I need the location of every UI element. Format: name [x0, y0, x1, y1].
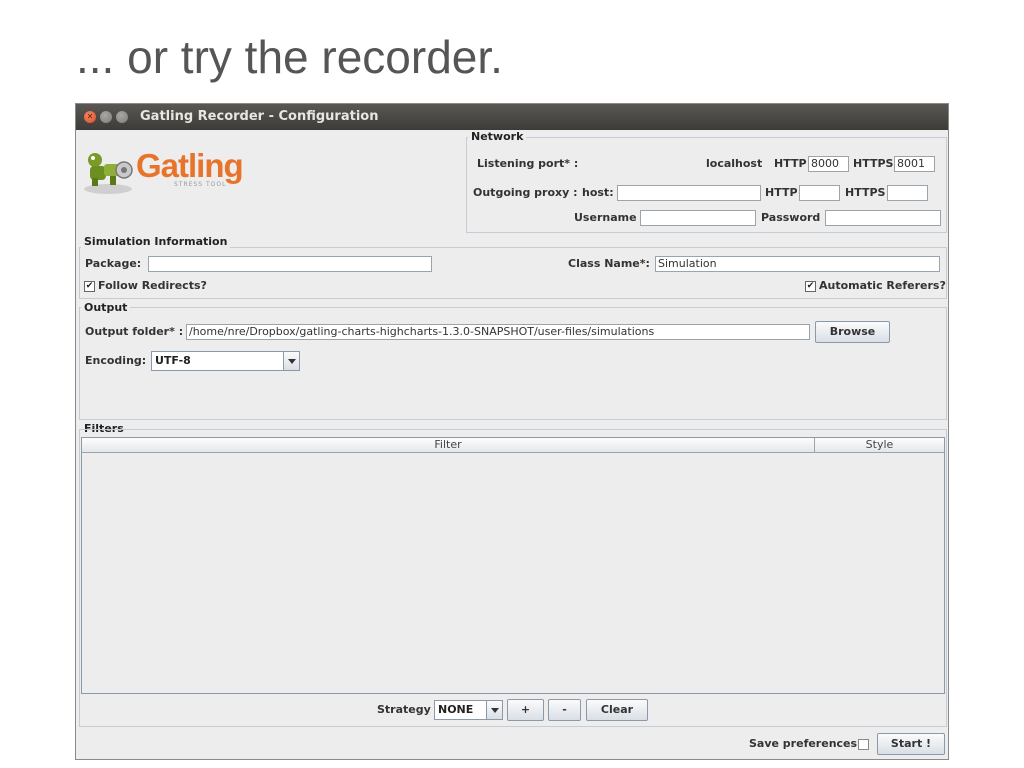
https-port-input[interactable]: 8001 — [894, 156, 935, 172]
chevron-down-icon[interactable] — [283, 352, 299, 370]
chevron-down-icon[interactable] — [486, 701, 502, 719]
window-titlebar: ✕ Gatling Recorder - Configuration — [76, 104, 948, 130]
strategy-value: NONE — [438, 703, 474, 716]
package-label: Package: — [85, 257, 142, 270]
username-label: Username — [574, 211, 637, 224]
class-name-label: Class Name*: — [568, 257, 650, 270]
strategy-label: Strategy — [377, 703, 431, 716]
network-group-label: Network — [468, 131, 527, 143]
proxy-https-label: HTTPS — [845, 186, 886, 199]
encoding-value: UTF-8 — [155, 354, 191, 367]
output-group-label: Output — [81, 302, 131, 314]
automatic-referers-checkbox[interactable]: ✔ — [805, 281, 816, 292]
password-input[interactable] — [825, 210, 941, 226]
logo-text: Gatling — [136, 147, 244, 184]
close-icon[interactable]: ✕ — [84, 111, 96, 123]
encoding-select[interactable]: UTF-8 — [151, 351, 300, 371]
maximize-icon[interactable] — [116, 111, 128, 123]
follow-redirects-checkbox[interactable]: ✔ — [84, 281, 95, 292]
output-folder-label: Output folder* : — [85, 325, 184, 338]
proxy-host-label: host: — [582, 186, 614, 199]
output-folder-input[interactable]: /home/nre/Dropbox/gatling-charts-highcha… — [186, 324, 810, 340]
browse-button[interactable]: Browse — [815, 321, 890, 343]
proxy-http-input[interactable] — [799, 185, 840, 201]
listening-port-label: Listening port* : — [477, 157, 579, 170]
username-input[interactable] — [640, 210, 756, 226]
follow-redirects-label: Follow Redirects? — [98, 279, 207, 292]
localhost-label: localhost — [706, 157, 763, 170]
gatling-logo: Gatling STRESS TOOL — [82, 146, 257, 196]
proxy-http-label: HTTP — [765, 186, 798, 199]
save-preferences-checkbox[interactable] — [858, 739, 869, 750]
password-label: Password — [761, 211, 821, 224]
window-title: Gatling Recorder - Configuration — [140, 109, 379, 124]
strategy-select[interactable]: NONE — [434, 700, 503, 720]
automatic-referers-label: Automatic Referers? — [819, 279, 946, 292]
proxy-host-input[interactable] — [617, 185, 761, 201]
simulation-group-label: Simulation Information — [81, 236, 231, 248]
logo-subtext: STRESS TOOL — [174, 181, 227, 188]
filter-column-header[interactable]: Filter — [82, 438, 815, 453]
outgoing-proxy-label: Outgoing proxy : — [473, 186, 578, 199]
package-input[interactable] — [148, 256, 432, 272]
filters-table[interactable]: Filter Style — [81, 437, 945, 694]
https-port-label: HTTPS — [853, 157, 894, 170]
style-column-header[interactable]: Style — [815, 438, 944, 453]
clear-filters-button[interactable]: Clear — [586, 699, 648, 721]
recorder-window: ✕ Gatling Recorder - Configuration Gatli… — [75, 103, 949, 760]
remove-filter-button[interactable]: - — [548, 699, 581, 721]
start-button[interactable]: Start ! — [877, 733, 945, 755]
class-name-input[interactable]: Simulation — [655, 256, 940, 272]
simulation-group — [79, 247, 947, 299]
minimize-icon[interactable] — [100, 111, 112, 123]
save-preferences-label: Save preferences — [749, 737, 858, 750]
gatling-gun-icon — [84, 153, 133, 194]
encoding-label: Encoding: — [85, 354, 147, 367]
proxy-https-input[interactable] — [887, 185, 928, 201]
http-port-label: HTTP — [774, 157, 807, 170]
add-filter-button[interactable]: + — [507, 699, 544, 721]
slide-title: ... or try the recorder. — [76, 31, 503, 83]
http-port-input[interactable]: 8000 — [808, 156, 849, 172]
